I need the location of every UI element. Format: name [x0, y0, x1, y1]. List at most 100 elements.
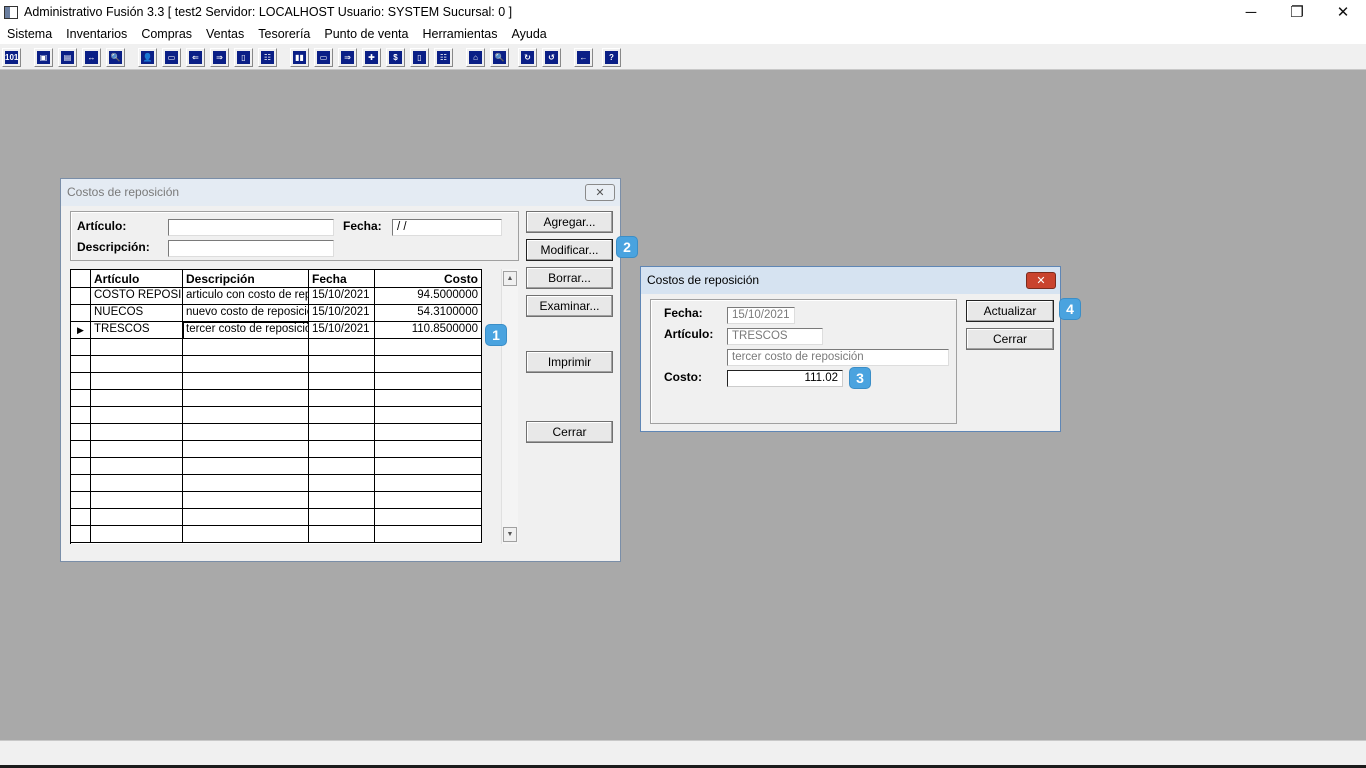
restore-icon[interactable]: ❐ [1274, 0, 1320, 24]
toolbar-button-17[interactable]: ▯ [410, 48, 429, 67]
menu-ventas[interactable]: Ventas [206, 27, 244, 41]
grid-empty-cell[interactable] [309, 390, 375, 407]
grid-header-articulo[interactable]: Artículo [91, 270, 183, 288]
menu-inventarios[interactable]: Inventarios [66, 27, 127, 41]
edit-costo-input[interactable]: 111.02 [727, 370, 843, 387]
cell-descripcion[interactable]: articulo con costo de rep [183, 288, 309, 305]
cell-descripcion-active[interactable]: tercer costo de reposiciò [183, 322, 309, 339]
current-row-marker-icon[interactable]: ▶ [71, 322, 91, 339]
cerrar-edit-button[interactable]: Cerrar [966, 328, 1054, 350]
grid-empty-cell[interactable] [91, 458, 183, 475]
grid-empty-cell[interactable] [375, 407, 482, 424]
grid-empty-cell[interactable] [183, 441, 309, 458]
actualizar-button[interactable]: Actualizar [966, 300, 1054, 322]
toolbar-button-7[interactable]: ▭ [162, 48, 181, 67]
filter-articulo-input[interactable] [168, 219, 334, 236]
close-icon[interactable]: ✕ [1320, 0, 1366, 24]
toolbar-button-20[interactable]: 🔍 [490, 48, 509, 67]
grid-empty-cell[interactable] [375, 441, 482, 458]
grid-empty-cell[interactable] [71, 356, 91, 373]
grid-empty-cell[interactable] [183, 424, 309, 441]
toolbar-button-13[interactable]: ▭ [314, 48, 333, 67]
cell-costo[interactable]: 54.3100000 [375, 305, 482, 322]
toolbar-button-10[interactable]: ▯ [234, 48, 253, 67]
cell-articulo[interactable]: NUECOS [91, 305, 183, 322]
grid-empty-cell[interactable] [309, 526, 375, 543]
grid-empty-cell[interactable] [183, 373, 309, 390]
grid-empty-cell[interactable] [375, 356, 482, 373]
grid-empty-cell[interactable] [183, 492, 309, 509]
grid-empty-cell[interactable] [183, 390, 309, 407]
cerrar-list-button[interactable]: Cerrar [526, 421, 613, 443]
toolbar-button-3[interactable]: ▤ [58, 48, 77, 67]
grid-empty-cell[interactable] [91, 492, 183, 509]
toolbar-button-5[interactable]: 🔍 [106, 48, 125, 67]
row-selector[interactable] [71, 288, 91, 305]
grid-header-descripcion[interactable]: Descripción [183, 270, 309, 288]
grid-empty-cell[interactable] [309, 458, 375, 475]
toolbar-button-18[interactable]: ☷ [434, 48, 453, 67]
grid-empty-cell[interactable] [183, 458, 309, 475]
toolbar-button-12[interactable]: ▮▮ [290, 48, 309, 67]
menu-ayuda[interactable]: Ayuda [512, 27, 547, 41]
minimize-icon[interactable]: ─ [1228, 0, 1274, 24]
grid-empty-cell[interactable] [91, 390, 183, 407]
grid-empty-cell[interactable] [183, 526, 309, 543]
grid-empty-cell[interactable] [91, 407, 183, 424]
grid-empty-cell[interactable] [375, 390, 482, 407]
grid-empty-cell[interactable] [309, 475, 375, 492]
grid-empty-cell[interactable] [91, 475, 183, 492]
toolbar-button-23[interactable]: ← [574, 48, 593, 67]
toolbar-button-24[interactable]: ? [602, 48, 621, 67]
grid-empty-cell[interactable] [91, 373, 183, 390]
grid-empty-cell[interactable] [309, 373, 375, 390]
cell-fecha[interactable]: 15/10/2021 [309, 305, 375, 322]
toolbar-button-8[interactable]: ⇐ [186, 48, 205, 67]
grid-empty-cell[interactable] [183, 475, 309, 492]
costos-list-close-icon[interactable]: ✕ [585, 184, 615, 201]
examinar-button[interactable]: Examinar... [526, 295, 613, 317]
grid-empty-cell[interactable] [91, 339, 183, 356]
borrar-button[interactable]: Borrar... [526, 267, 613, 289]
grid-empty-cell[interactable] [375, 458, 482, 475]
menu-herramientas[interactable]: Herramientas [422, 27, 497, 41]
menu-compras[interactable]: Compras [141, 27, 192, 41]
menu-tesoreria[interactable]: Tesorería [258, 27, 310, 41]
grid-empty-cell[interactable] [71, 441, 91, 458]
toolbar-button-22[interactable]: ↺ [542, 48, 561, 67]
costos-edit-close-icon[interactable]: ✕ [1026, 272, 1056, 289]
cell-descripcion[interactable]: nuevo costo de reposicio [183, 305, 309, 322]
grid-empty-cell[interactable] [71, 509, 91, 526]
grid-empty-cell[interactable] [71, 339, 91, 356]
toolbar-button-15[interactable]: ✚ [362, 48, 381, 67]
grid-empty-cell[interactable] [375, 475, 482, 492]
grid-empty-cell[interactable] [71, 458, 91, 475]
grid-empty-cell[interactable] [71, 390, 91, 407]
grid-empty-cell[interactable] [309, 492, 375, 509]
toolbar-button-21[interactable]: ↻ [518, 48, 537, 67]
grid-empty-cell[interactable] [309, 424, 375, 441]
grid-empty-cell[interactable] [91, 509, 183, 526]
grid-empty-cell[interactable] [309, 407, 375, 424]
cell-articulo[interactable]: COSTO REPOSICI [91, 288, 183, 305]
cell-costo[interactable]: 110.8500000 [375, 322, 482, 339]
grid-empty-cell[interactable] [91, 441, 183, 458]
grid-empty-cell[interactable] [375, 526, 482, 543]
menu-sistema[interactable]: Sistema [7, 27, 52, 41]
grid-empty-cell[interactable] [375, 492, 482, 509]
grid-empty-cell[interactable] [91, 424, 183, 441]
grid-empty-cell[interactable] [71, 526, 91, 543]
toolbar-button-4[interactable]: ↔ [82, 48, 101, 67]
grid-empty-cell[interactable] [183, 339, 309, 356]
toolbar-button-11[interactable]: ☷ [258, 48, 277, 67]
cell-fecha[interactable]: 15/10/2021 [309, 288, 375, 305]
grid-empty-cell[interactable] [375, 424, 482, 441]
grid-empty-cell[interactable] [71, 373, 91, 390]
grid-vertical-scrollbar[interactable]: ▲ ▼ [501, 269, 518, 544]
toolbar-button-19[interactable]: ⌂ [466, 48, 485, 67]
grid-empty-cell[interactable] [375, 339, 482, 356]
costos-grid[interactable]: Artículo Descripción Fecha Costo COSTO R… [70, 269, 482, 544]
toolbar-button-6[interactable]: 👤 [138, 48, 157, 67]
grid-empty-cell[interactable] [309, 509, 375, 526]
toolbar-button-9[interactable]: ⇒ [210, 48, 229, 67]
